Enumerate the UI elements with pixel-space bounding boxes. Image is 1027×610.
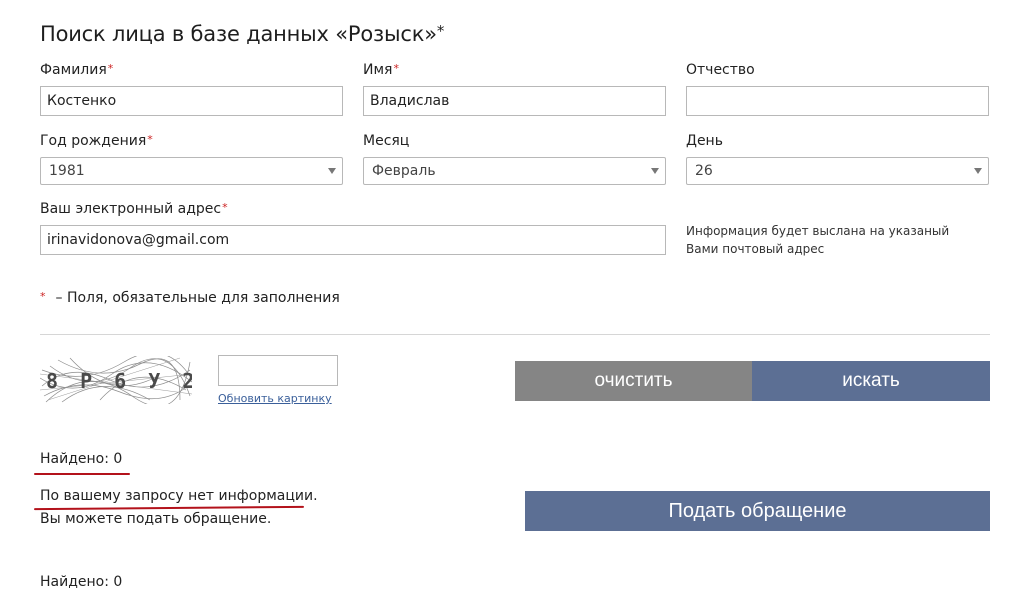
required-mark: * (147, 133, 153, 146)
email-hint: Информация будет выслана на указаный Вам… (686, 224, 950, 256)
required-mark: * (393, 62, 399, 75)
clear-button[interactable]: очистить (515, 361, 752, 401)
birth-year-select[interactable]: 1981 (40, 157, 343, 185)
refresh-captcha-link[interactable]: Обновить картинку (218, 392, 332, 405)
birth-year-value: 1981 (49, 163, 85, 179)
appeal-hint: Вы можете подать обращение. (40, 511, 272, 527)
page-title: Поиск лица в базе данных «Розыск»* (40, 22, 445, 46)
no-results-message: По вашему запросу нет информации. (40, 488, 318, 504)
email-field[interactable] (40, 225, 666, 255)
name-field[interactable] (363, 86, 666, 116)
search-button[interactable]: искать (752, 361, 990, 401)
chevron-down-icon (974, 168, 982, 174)
name-label: Имя* (363, 62, 399, 78)
required-mark: * (107, 62, 114, 75)
day-select[interactable]: 26 (686, 157, 989, 185)
found-count-bottom: Найдено: 0 (40, 574, 123, 590)
submit-appeal-button[interactable]: Подать обращение (525, 491, 990, 531)
month-select[interactable]: Февраль (363, 157, 666, 185)
patronymic-label: Отчество (686, 62, 755, 78)
month-label: Месяц (363, 133, 410, 149)
captcha-input[interactable] (218, 355, 338, 386)
day-value: 26 (695, 163, 713, 179)
found-count: Найдено: 0 (40, 451, 123, 467)
captcha-image: 8 P 6 У 2 (40, 356, 192, 404)
month-value: Февраль (372, 163, 436, 179)
birth-year-label: Год рождения* (40, 133, 153, 149)
highlight-underline (33, 505, 305, 511)
chevron-down-icon (651, 168, 659, 174)
email-label: Ваш электронный адрес* (40, 201, 228, 217)
required-mark: * (40, 290, 46, 303)
patronymic-field[interactable] (686, 86, 989, 116)
required-mark: * (222, 201, 228, 214)
required-fields-note: * – Поля, обязательные для заполнения (40, 290, 340, 306)
surname-field[interactable] (40, 86, 343, 116)
day-label: День (686, 133, 723, 149)
captcha-text: 8 P 6 У 2 (46, 369, 192, 393)
highlight-underline (34, 473, 130, 475)
surname-label: Фамилия* (40, 62, 114, 78)
divider (40, 334, 990, 335)
chevron-down-icon (328, 168, 336, 174)
